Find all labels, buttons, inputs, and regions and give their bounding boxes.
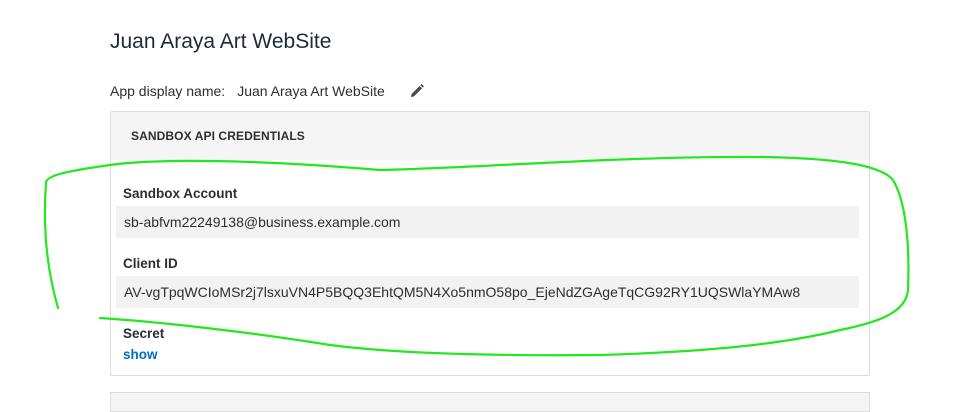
show-secret-link[interactable]: show: [123, 347, 158, 362]
app-display-name-row: App display name: Juan Araya Art WebSite: [110, 82, 425, 100]
sandbox-account-label: Sandbox Account: [123, 186, 238, 201]
secret-label: Secret: [123, 326, 165, 341]
sandbox-credentials-card: SANDBOX API CREDENTIALS Sandbox Account …: [110, 111, 870, 376]
next-card: [110, 392, 870, 412]
card-header: SANDBOX API CREDENTIALS: [111, 112, 869, 160]
display-name-value: Juan Araya Art WebSite: [237, 83, 385, 99]
client-id-label: Client ID: [123, 256, 178, 271]
client-id-value[interactable]: AV-vgTpqWCIoMSr2j7lsxuVN4P5BQQ3EhtQM5N4X…: [116, 276, 859, 308]
pencil-icon[interactable]: [409, 83, 425, 99]
display-name-label: App display name:: [110, 83, 226, 99]
sandbox-account-value[interactable]: sb-abfvm22249138@business.example.com: [116, 206, 859, 238]
page-title: Juan Araya Art WebSite: [110, 30, 332, 53]
